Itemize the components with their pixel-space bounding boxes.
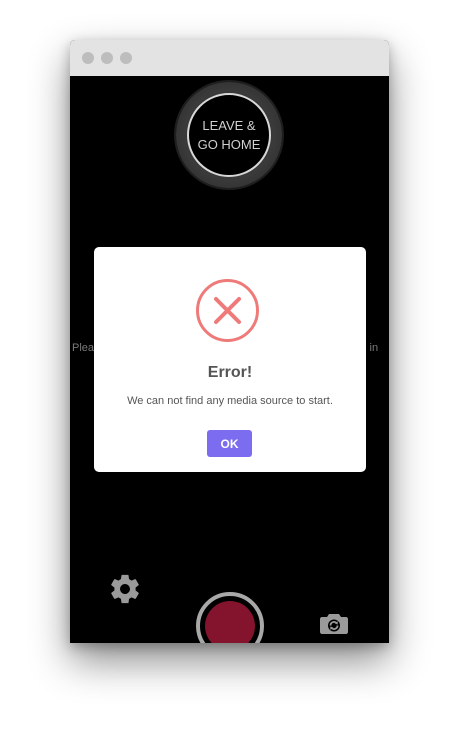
record-button[interactable] (196, 592, 264, 643)
ok-button[interactable]: OK (207, 430, 252, 457)
error-x-icon (196, 279, 259, 342)
error-title: Error! (207, 364, 253, 381)
background-hint-left: Plea (72, 342, 95, 354)
leave-go-home-button[interactable]: LEAVE & GO HOME (187, 93, 271, 177)
leave-button-line1: LEAVE & (202, 118, 256, 133)
camera-switch-icon[interactable] (319, 612, 349, 636)
titlebar-dot[interactable] (120, 52, 132, 64)
error-dialog: Error! We can not find any media source … (94, 247, 366, 472)
gear-icon[interactable] (108, 572, 142, 606)
record-button-core (205, 601, 255, 643)
error-cross-icon (214, 297, 241, 324)
titlebar-dot[interactable] (101, 52, 113, 64)
titlebar-dot[interactable] (82, 52, 94, 64)
error-message: We can not find any media source to star… (127, 395, 333, 407)
leave-button-line2: GO HOME (197, 137, 261, 152)
window-titlebar (70, 40, 389, 76)
